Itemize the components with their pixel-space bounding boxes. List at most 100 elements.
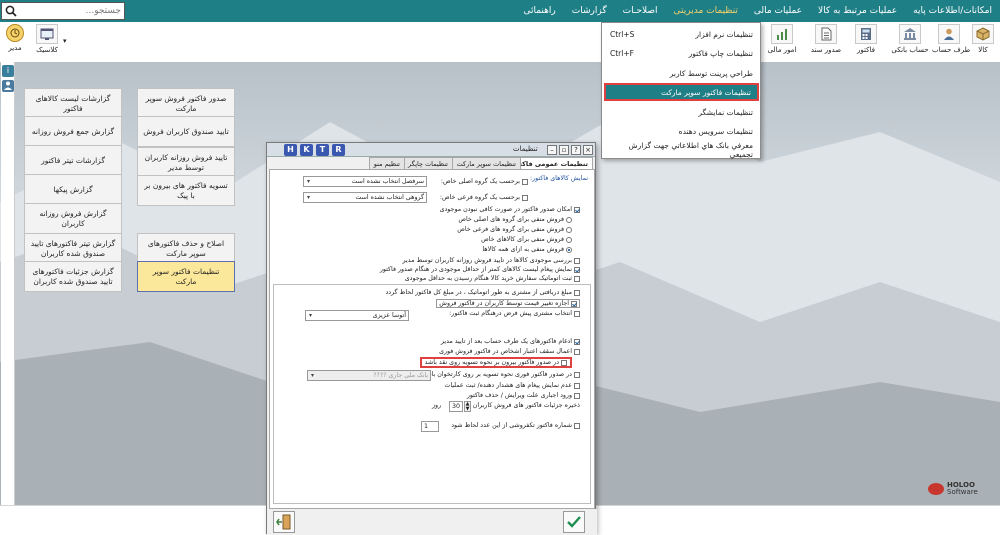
tile-confirm-cashbox[interactable]: تایید صندوق کاربران فروش — [137, 116, 235, 147]
cancel-reason-checkbox[interactable] — [574, 392, 580, 399]
rounding-checkbox[interactable] — [574, 422, 580, 429]
menu-goods-operations[interactable]: عملیات مرتبط به کالا — [810, 0, 905, 22]
rounding-label: شماره فاکتور تکفروشی از این عدد لحاظ شود — [451, 422, 572, 429]
tile-confirm-daily-sales[interactable]: تایید فروش روزانه کاربران توسط مدیر — [137, 147, 235, 178]
close-icon[interactable]: × — [583, 145, 593, 155]
tile-invoice-header-report[interactable]: گزارشات تیتر فاکتور — [24, 145, 122, 176]
negative-sale-sub-radio[interactable] — [566, 226, 572, 233]
dropdown-supermarket-invoice-settings[interactable]: تنظیمات فاکتور سوپر مارکت — [604, 83, 759, 101]
minimize-icon[interactable]: – — [547, 145, 557, 155]
auto-receive-amount-checkbox[interactable] — [574, 289, 580, 296]
dropdown-print-settings[interactable]: Ctrl+F تنظیمات چاپ فاکتور — [604, 44, 759, 62]
check-stock-confirm-checkbox[interactable] — [574, 257, 580, 264]
default-customer-select[interactable]: آتوسا عزیزی ▾ — [305, 310, 409, 321]
rounding-input[interactable]: 1 — [421, 421, 439, 432]
toolbar-invoice-button[interactable]: فاکتور — [850, 24, 882, 60]
tile-invoice-items-report[interactable]: گزارشات لیست کالاهای فاکتور — [24, 88, 122, 119]
menu-reports[interactable]: گزارشات — [564, 0, 615, 22]
tile-edit-delete-invoices[interactable]: اصلاح و حذف فاکتورهای سوپر مارکت — [137, 233, 235, 264]
search-icon[interactable] — [2, 3, 20, 19]
negative-sale-items-radio[interactable] — [566, 236, 572, 243]
toolbar-manager-button[interactable]: مدیر — [3, 24, 27, 60]
filter-main-group-row: برحسب یک گروه اصلی خاص: — [441, 178, 528, 185]
cancel-reason-row: ورود اجباری علت ویرایش / حذف فاکتور — [467, 392, 580, 399]
allow-no-stock-label: امکان صدور فاکتور در صورت کافی نبودن موج… — [439, 206, 572, 213]
tile-confirmed-invoice-headers-report[interactable]: گزارش تیتر فاکتورهای تایید صندوق شده کار… — [24, 233, 122, 264]
toolbar: کالا طرف حساب حساب بانکی فاکتور صدور سند… — [0, 22, 1000, 62]
default-customer-checkbox[interactable] — [574, 310, 580, 317]
keep-details-row: ذخیره جزئیات فاکتور های فروش کاربران تا — [467, 402, 580, 409]
management-settings-dropdown: Ctrl+S تنظیمات نرم افزار Ctrl+F تنظیمات … — [601, 22, 761, 159]
menu-management-settings[interactable]: تنظیمات مدیریتی — [666, 0, 746, 22]
hotkey-h-button[interactable]: H — [284, 144, 297, 156]
keep-details-input[interactable]: 30 — [449, 401, 463, 412]
tile-user-daily-sales-report[interactable]: گزارش فروش روزانه کاربران — [24, 203, 122, 234]
toolbar-party-label: طرف حساب — [932, 46, 971, 54]
tile-settle-courier-invoices[interactable]: تسویه فاکتور های بیرون بر با پیک — [137, 175, 235, 206]
dropdown-display-settings[interactable]: تنظیمات نمایشگر — [604, 103, 759, 121]
checkmark-icon — [567, 516, 581, 528]
hotkey-k-button[interactable]: K — [300, 144, 313, 156]
filter-main-group-select[interactable]: سرفصل انتخاب نشده است ▾ — [303, 176, 427, 187]
user-icon[interactable] — [2, 80, 14, 92]
auto-receive-amount-label: مبلغ دریافتی از مشتری به طور اتوماتیک ، … — [385, 289, 572, 296]
allow-no-stock-checkbox[interactable] — [574, 206, 580, 213]
dropdown-software-settings[interactable]: Ctrl+S تنظیمات نرم افزار — [604, 25, 759, 43]
tile-supermarket-invoice-settings[interactable]: تنظیمات فاکتور سوپر مارکت — [137, 261, 235, 292]
tile-supermarket-invoice[interactable]: صدور فاکتور فروش سوپر مارکت — [137, 88, 235, 119]
confirm-button[interactable] — [563, 511, 585, 533]
dropdown-server-settings[interactable]: تنظیمات سرویس دهنده — [604, 122, 759, 140]
toolbar-classic-label: کلاسیک — [36, 46, 58, 54]
quick-invoice-pos-checkbox[interactable] — [574, 371, 580, 378]
allow-price-change-checkbox[interactable] — [571, 300, 577, 307]
toolbar-finance-button[interactable]: امور مالی — [762, 24, 802, 60]
hotkey-r-button[interactable]: R — [332, 144, 345, 156]
dropdown-user-print-design[interactable]: طراحي پرينت توسط کاربر — [604, 64, 759, 82]
show-min-stock-checkbox[interactable] — [574, 266, 580, 273]
filter-sub-group-checkbox[interactable] — [522, 194, 528, 201]
tab-menu-settings[interactable]: تنظیم منو — [368, 157, 405, 169]
toolbar-bank-button[interactable]: حساب بانکی — [890, 24, 930, 60]
allow-price-change-label: اجازه تغییر قیمت توسط کاربران در فاکتور … — [439, 300, 569, 307]
no-warning-checkbox[interactable] — [574, 382, 580, 389]
info-icon[interactable]: i — [2, 65, 14, 77]
negative-sale-main-radio[interactable] — [566, 216, 572, 223]
exit-button[interactable] — [273, 511, 295, 533]
auto-purchase-order-checkbox[interactable] — [574, 275, 580, 282]
tile-daily-sales-total-report[interactable]: گزارش جمع فروش روزانه — [24, 116, 122, 147]
tab-printer-settings[interactable]: تنظیمات چاپگر — [403, 157, 453, 169]
search-input[interactable] — [20, 3, 124, 19]
toolbar-voucher-button[interactable]: صدور سند — [808, 24, 844, 60]
tab-supermarket-settings[interactable]: تنظیمات سوپر مارکت — [451, 157, 521, 169]
menu-corrections[interactable]: اصلاحـات — [615, 0, 666, 22]
toolbar-goods-button[interactable]: کالا — [970, 24, 996, 60]
toolbar-party-button[interactable]: طرف حساب — [932, 24, 970, 60]
toolbar-expand-icon[interactable]: ▾ — [63, 37, 67, 45]
menu-help[interactable]: راهنمائی — [515, 0, 563, 22]
restore-icon[interactable]: ▫ — [559, 145, 569, 155]
filter-sub-group-select[interactable]: گروهی انتخاب نشده است ▾ — [303, 192, 427, 203]
help-icon[interactable]: ? — [571, 145, 581, 155]
credit-limit-row: اعمال سقف اعتبار اشخاص در فاکتور فروش فو… — [439, 348, 580, 355]
toolbar-classic-button[interactable]: کلاسیک — [32, 24, 62, 60]
auto-purchase-order-label: ثبت اتوماتیک سفارش خرید کالا هنگام رسیدن… — [404, 275, 572, 282]
show-min-stock-label: نمایش پیغام لیست کالاهای کمتر از حداقل م… — [379, 266, 572, 273]
negative-sale-all-radio[interactable] — [566, 246, 572, 253]
merge-invoices-checkbox[interactable] — [574, 338, 580, 345]
outgoing-cash-settlement-checkbox[interactable] — [561, 359, 567, 366]
tile-confirmed-invoice-details-report[interactable]: گزارش جزئیات فاکتورهای تایید صندوق شده ک… — [24, 261, 122, 292]
quick-invoice-bank-select[interactable]: بانک ملی جاری ???? ▾ — [307, 370, 431, 381]
auto-purchase-order-row: ثبت اتوماتیک سفارش خرید کالا هنگام رسیدن… — [405, 275, 580, 282]
tile-couriers-report[interactable]: گزارش پیکها — [24, 174, 122, 205]
menu-basic-info[interactable]: امکانات/اطلاعات پایه — [905, 0, 1000, 22]
brand-sub: Software — [947, 488, 978, 496]
check-stock-confirm-row: بررسی موجودی کالاها در تایید فروش روزانه… — [403, 257, 580, 264]
filter-main-group-checkbox[interactable] — [522, 178, 528, 185]
spinner-icon[interactable]: ▲ ▼ — [464, 401, 471, 412]
credit-limit-checkbox[interactable] — [574, 348, 580, 355]
dropdown-aggregate-report-databases[interactable]: معرفي بانک هاي اطلاعاتي جهت گزارش تجميعي — [604, 141, 759, 159]
hotkey-t-button[interactable]: T — [316, 144, 329, 156]
menu-financial[interactable]: عملیات مالی — [746, 0, 810, 22]
negative-sale-items-label: فروش منفی برای کالاهای خاص — [481, 236, 564, 243]
auto-receive-amount-row: مبلغ دریافتی از مشتری به طور اتوماتیک ، … — [385, 289, 580, 296]
